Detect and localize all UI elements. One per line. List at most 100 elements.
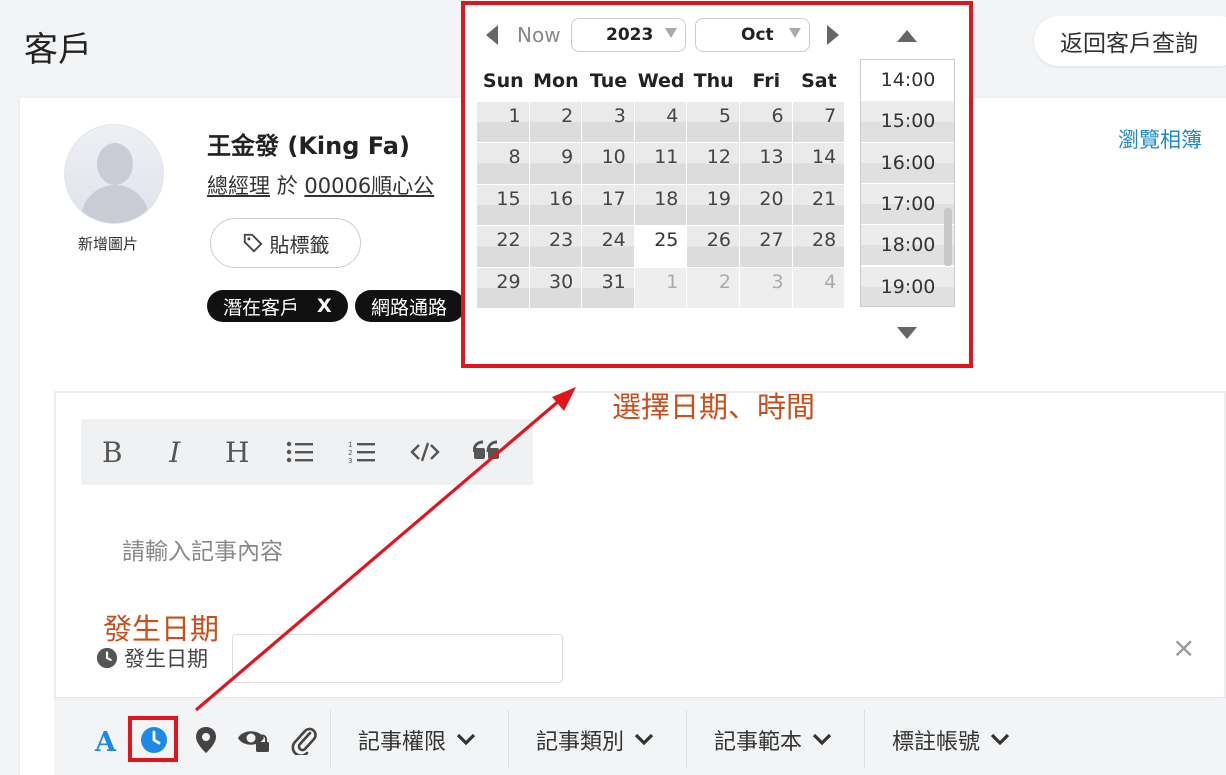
calendar-day[interactable]: 25 <box>634 226 688 268</box>
calendar-day-other-month[interactable]: 2 <box>687 267 740 309</box>
quote-icon[interactable] <box>456 440 519 464</box>
chevron-down-icon <box>990 733 1010 746</box>
calendar-day[interactable]: 17 <box>582 184 635 227</box>
svg-text:3: 3 <box>348 457 352 464</box>
tag-icon <box>243 233 263 253</box>
add-image-label[interactable]: 新增圖片 <box>78 233 138 254</box>
chevron-down-icon <box>634 733 654 746</box>
eye-lock-icon[interactable] <box>236 724 272 756</box>
time-option[interactable]: 16:00 <box>861 142 954 184</box>
weekday-label: Mon <box>533 70 579 92</box>
month-select[interactable]: Oct <box>695 18 810 52</box>
time-option[interactable]: 14:00 <box>861 60 954 102</box>
customer-role-link[interactable]: 總經理 <box>207 174 270 198</box>
calendar-day[interactable]: 15 <box>477 184 530 227</box>
calendar-day[interactable]: 16 <box>529 184 583 227</box>
time-option[interactable]: 15:00 <box>861 101 954 143</box>
calendar-day[interactable]: 13 <box>740 143 793 185</box>
toolbar-separator <box>508 710 509 768</box>
time-scroll-down-icon[interactable] <box>896 326 918 340</box>
calendar-day[interactable]: 26 <box>687 226 740 268</box>
calendar-day[interactable]: 11 <box>634 143 688 185</box>
time-list-scrollbar[interactable] <box>944 208 952 266</box>
heading-button[interactable]: H <box>206 436 269 469</box>
calendar-day[interactable]: 7 <box>792 102 846 144</box>
calendar-day[interactable]: 12 <box>687 143 740 185</box>
calendar-day[interactable]: 14 <box>792 143 846 185</box>
add-tag-label: 貼標籤 <box>269 232 330 257</box>
calendar-day[interactable]: 9 <box>529 143 583 185</box>
note-permission-dropdown[interactable]: 記事權限 <box>358 724 476 756</box>
add-tag-button[interactable]: 貼標籤 <box>210 218 361 268</box>
note-category-dropdown[interactable]: 記事類別 <box>536 724 654 756</box>
calendar-day[interactable]: 6 <box>740 102 793 144</box>
month-select-value: Oct <box>741 25 774 45</box>
calendar-day[interactable]: 20 <box>740 184 793 227</box>
tag-account-dropdown[interactable]: 標註帳號 <box>892 724 1010 756</box>
calendar-day[interactable]: 10 <box>582 143 635 185</box>
chevron-down-icon <box>456 733 476 746</box>
customer-role-line: 總經理 於 00006順心公 <box>207 170 434 200</box>
code-icon[interactable] <box>394 440 457 464</box>
calendar-day[interactable]: 24 <box>582 226 635 268</box>
calendar-day[interactable]: 3 <box>582 102 635 144</box>
calendar-day[interactable]: 27 <box>740 226 793 268</box>
font-color-icon[interactable]: A <box>92 724 122 756</box>
now-button[interactable]: Now <box>517 23 561 47</box>
occurrence-date-input[interactable] <box>232 634 563 683</box>
calendar-day-other-month[interactable]: 4 <box>792 267 846 309</box>
avatar[interactable] <box>64 124 164 224</box>
browse-album-link[interactable]: 瀏覽相簿 <box>1118 124 1202 154</box>
next-month-icon[interactable] <box>826 24 840 46</box>
calendar-day[interactable]: 18 <box>634 184 688 227</box>
calendar-day[interactable]: 31 <box>582 267 635 309</box>
calendar-day[interactable]: 4 <box>634 102 688 144</box>
time-option[interactable]: 18:00 <box>861 225 954 267</box>
paperclip-icon[interactable] <box>290 724 318 756</box>
dropdown-label: 記事類別 <box>536 730 625 755</box>
ordered-list-icon[interactable]: 123 <box>331 440 394 464</box>
calendar-day[interactable]: 22 <box>477 226 530 268</box>
time-scroll-up-icon[interactable] <box>896 29 918 43</box>
dropdown-label: 記事權限 <box>358 730 447 755</box>
calendar-day[interactable]: 30 <box>529 267 583 309</box>
note-template-dropdown[interactable]: 記事範本 <box>714 724 832 756</box>
note-content-placeholder[interactable]: 請輸入記事內容 <box>122 532 283 566</box>
customer-name: 王金發 (King Fa) <box>207 132 410 160</box>
dropdown-label: 標註帳號 <box>892 730 981 755</box>
year-select-value: 2023 <box>606 25 654 45</box>
calendar-day[interactable]: 5 <box>687 102 740 144</box>
svg-text:1: 1 <box>348 441 352 449</box>
dropdown-label: 記事範本 <box>714 730 803 755</box>
bold-button[interactable]: B <box>81 436 144 469</box>
svg-text:A: A <box>94 727 117 754</box>
calendar-day[interactable]: 29 <box>477 267 530 309</box>
calendar-day[interactable]: 23 <box>529 226 583 268</box>
occurrence-date-label: 發生日期 <box>96 643 208 673</box>
calendar-day[interactable]: 19 <box>687 184 740 227</box>
time-option[interactable]: 19:00 <box>861 266 954 306</box>
calendar-day[interactable]: 21 <box>792 184 846 227</box>
italic-button[interactable]: I <box>144 436 207 469</box>
remove-tag-button[interactable]: X <box>317 295 332 317</box>
location-pin-icon[interactable] <box>193 724 219 756</box>
time-list: 14:00 15:00 16:00 17:00 18:00 19:00 <box>860 59 955 307</box>
calendar-day[interactable]: 2 <box>529 102 583 144</box>
svg-text:2: 2 <box>348 449 352 457</box>
chevron-down-icon <box>789 28 801 38</box>
customer-company-link[interactable]: 00006順心公 <box>304 174 434 198</box>
time-option[interactable]: 17:00 <box>861 183 954 226</box>
calendar-day[interactable]: 28 <box>792 226 846 268</box>
calendar-day[interactable]: 8 <box>477 143 530 185</box>
remove-date-button[interactable]: × <box>1172 631 1195 664</box>
calendar-day-other-month[interactable]: 1 <box>634 267 688 309</box>
calendar-day-grid: 1 2 3 4 5 6 7 8 9 10 11 12 13 14 15 16 17 18 19 20 21 22 23 24 2… <box>477 102 846 309</box>
year-select[interactable]: 2023 <box>571 18 686 52</box>
calendar-day-other-month[interactable]: 3 <box>740 267 793 309</box>
back-to-customer-search-button[interactable]: 返回客戶查詢 <box>1034 16 1226 66</box>
bullet-list-icon[interactable] <box>269 440 332 464</box>
weekday-label: Tue <box>589 70 628 92</box>
previous-month-icon[interactable] <box>485 24 499 46</box>
calendar-day[interactable]: 1 <box>477 102 530 144</box>
page-title: 客戶 <box>24 30 92 70</box>
